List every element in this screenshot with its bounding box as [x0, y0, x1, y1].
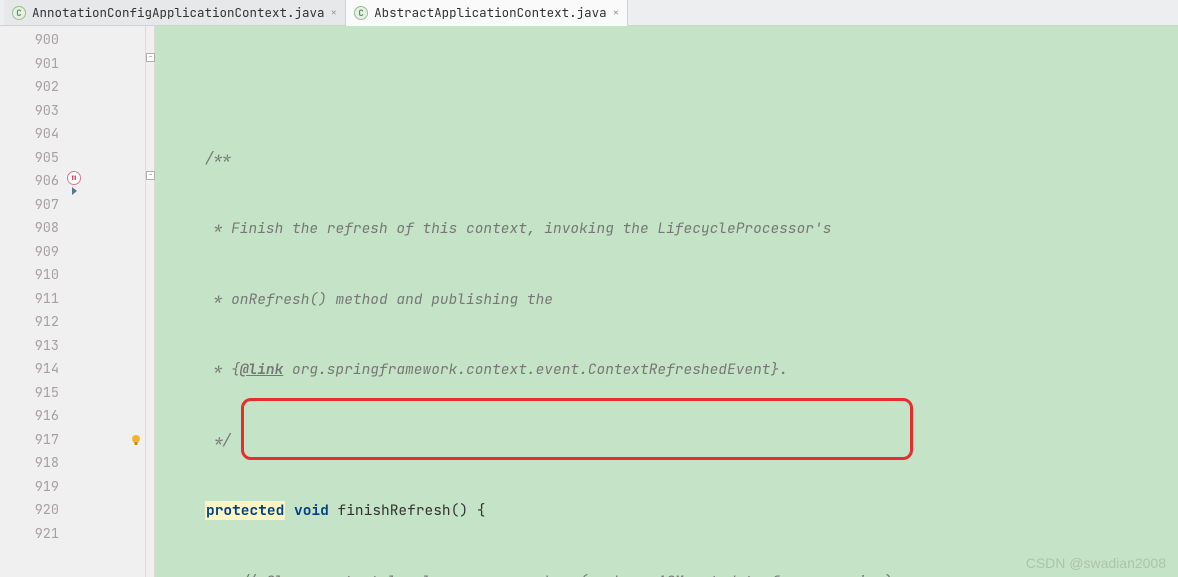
lightbulb-icon[interactable] — [130, 432, 142, 444]
java-class-icon: C — [12, 6, 26, 20]
execution-pointer-icon — [72, 187, 77, 195]
line-number: 915 — [0, 382, 65, 406]
line-number: 912 — [0, 311, 65, 335]
line-number: 917 — [0, 429, 65, 453]
tab-bar: C AnnotationConfigApplicationContext.jav… — [0, 0, 1178, 26]
line-number: 904 — [0, 123, 65, 147]
code-line — [155, 76, 1178, 100]
line-number: 919 — [0, 476, 65, 500]
line-number: 918 — [0, 452, 65, 476]
line-number: 910 — [0, 264, 65, 288]
code-line: * onRefresh() method and publishing the — [155, 288, 1178, 312]
line-number: 900 — [0, 29, 65, 53]
editor: 900 901 902 903 904 905 906 907 908 909 … — [0, 26, 1178, 577]
code-line: // Clear context-level resource caches (… — [155, 570, 1178, 577]
line-number: 920 — [0, 499, 65, 523]
line-number: 907 — [0, 194, 65, 218]
tab-label: AbstractApplicationContext.java — [374, 4, 607, 21]
line-number: 921 — [0, 523, 65, 547]
line-number: 909 — [0, 241, 65, 265]
line-number: 905 — [0, 147, 65, 171]
code-line: * {@link org.springframework.context.eve… — [155, 358, 1178, 382]
java-class-icon: C — [354, 6, 368, 20]
watermark: CSDN @swadian2008 — [1026, 555, 1166, 571]
line-number: 908 — [0, 217, 65, 241]
line-number: 903 — [0, 100, 65, 124]
code-line: * Finish the refresh of this context, in… — [155, 217, 1178, 241]
line-number: 906 — [0, 170, 65, 194]
line-number: 914 — [0, 358, 65, 382]
method-breakpoint-icon[interactable] — [67, 171, 81, 185]
gutter[interactable]: 900 901 902 903 904 905 906 907 908 909 … — [0, 26, 155, 577]
close-icon[interactable]: × — [331, 6, 338, 20]
close-icon[interactable]: × — [613, 6, 620, 20]
line-number: 916 — [0, 405, 65, 429]
tab-annotation-config[interactable]: C AnnotationConfigApplicationContext.jav… — [4, 0, 346, 25]
code-line: /** — [155, 147, 1178, 171]
line-number: 902 — [0, 76, 65, 100]
line-number: 901 — [0, 53, 65, 77]
code-line: protected void finishRefresh() { — [155, 499, 1178, 523]
line-number: 913 — [0, 335, 65, 359]
line-number: 911 — [0, 288, 65, 312]
code-area[interactable]: /** * Finish the refresh of this context… — [155, 26, 1178, 577]
fold-track — [145, 26, 154, 577]
code-line: */ — [155, 429, 1178, 453]
tab-label: AnnotationConfigApplicationContext.java — [32, 4, 325, 21]
tab-abstract-application-context[interactable]: C AbstractApplicationContext.java × — [346, 0, 628, 26]
line-numbers: 900 901 902 903 904 905 906 907 908 909 … — [0, 29, 65, 546]
